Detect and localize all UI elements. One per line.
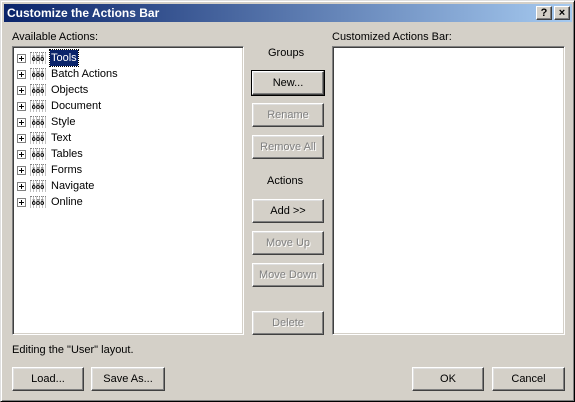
tree-item[interactable]: ŏőö Objects <box>17 82 89 98</box>
ok-button[interactable]: OK <box>412 367 484 391</box>
customize-actions-dialog: Customize the Actions Bar ? × Available … <box>0 0 575 402</box>
expand-plus-icon[interactable] <box>17 149 26 159</box>
expand-plus-icon[interactable] <box>17 165 26 175</box>
action-group-icon: ŏőö <box>30 164 46 176</box>
close-button[interactable]: × <box>554 6 570 20</box>
actions-heading: Actions <box>267 175 304 187</box>
action-group-icon: ŏőö <box>30 180 46 192</box>
new-group-button[interactable]: New... <box>251 70 325 96</box>
action-group-icon: ŏőö <box>30 100 46 112</box>
tree-item-label: Text <box>51 132 72 144</box>
move-down-button[interactable]: Move Down <box>252 263 324 287</box>
tree-item[interactable]: ŏőö Document <box>17 98 102 114</box>
expand-plus-icon[interactable] <box>17 53 26 63</box>
window-title: Customize the Actions Bar <box>7 6 160 20</box>
tree-item[interactable]: ŏőö Tools <box>17 49 79 67</box>
tree-item-label: Online <box>51 196 83 208</box>
status-text: Editing the "User" layout. <box>12 344 134 356</box>
action-group-icon: ŏőö <box>30 196 46 208</box>
tree-item[interactable]: ŏőö Batch Actions <box>17 66 119 82</box>
tree-item[interactable]: ŏőö Navigate <box>17 178 95 194</box>
title-bar: Customize the Actions Bar ? × <box>4 4 572 22</box>
add-button[interactable]: Add >> <box>252 199 324 223</box>
tree-item-label: Document <box>51 100 102 112</box>
rename-button[interactable]: Rename <box>252 103 324 127</box>
action-group-icon: ŏőö <box>30 116 46 128</box>
expand-plus-icon[interactable] <box>17 181 26 191</box>
expand-plus-icon[interactable] <box>17 197 26 207</box>
tree-item[interactable]: ŏőö Online <box>17 194 84 210</box>
tree-item-label: Navigate <box>51 180 95 192</box>
remove-all-button[interactable]: Remove All <box>252 135 324 159</box>
tree-item[interactable]: ŏőö Text <box>17 130 72 146</box>
tree-item-label: Forms <box>51 164 83 176</box>
action-group-icon: ŏőö <box>30 132 46 144</box>
load-button[interactable]: Load... <box>12 367 84 391</box>
tree-item-label: Style <box>51 116 76 128</box>
customized-actions-label: Customized Actions Bar: <box>332 31 452 43</box>
action-group-icon: ŏőö <box>30 148 46 160</box>
help-button[interactable]: ? <box>536 6 552 20</box>
expand-plus-icon[interactable] <box>17 117 26 127</box>
move-up-button[interactable]: Move Up <box>252 231 324 255</box>
available-actions-tree[interactable]: ŏőö Tools ŏőö Batch Actions ŏőö Objects ŏőö Doc… <box>12 46 244 335</box>
tree-item[interactable]: ŏőö Tables <box>17 146 84 162</box>
expand-plus-icon[interactable] <box>17 133 26 143</box>
delete-button[interactable]: Delete <box>252 311 324 335</box>
available-actions-label: Available Actions: <box>12 31 99 43</box>
save-as-button[interactable]: Save As... <box>91 367 165 391</box>
customized-actions-list[interactable] <box>332 46 565 335</box>
action-group-icon: ŏőö <box>30 84 46 96</box>
tree-item[interactable]: ŏőö Style <box>17 114 76 130</box>
expand-plus-icon[interactable] <box>17 101 26 111</box>
action-group-icon: ŏőö <box>30 68 46 80</box>
expand-plus-icon[interactable] <box>17 85 26 95</box>
groups-heading: Groups <box>268 47 305 59</box>
cancel-button[interactable]: Cancel <box>492 367 565 391</box>
expand-plus-icon[interactable] <box>17 69 26 79</box>
tree-item-label: Tables <box>51 148 83 160</box>
tree-item[interactable]: ŏőö Forms <box>17 162 83 178</box>
tree-item-label: Objects <box>51 84 89 96</box>
tree-item-label: Tools <box>49 49 79 67</box>
tree-item-label: Batch Actions <box>51 68 118 80</box>
action-group-icon: ŏőö <box>30 52 46 64</box>
